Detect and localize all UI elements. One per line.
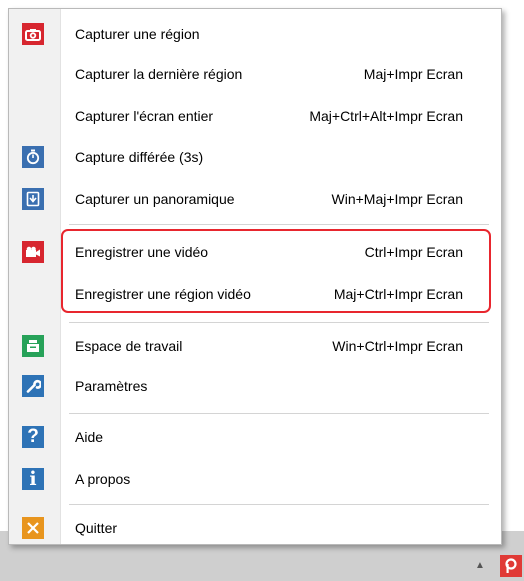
app-tray-icon[interactable]: [500, 555, 522, 577]
menu-item-label: Paramètres: [75, 378, 148, 394]
video-camera-icon: [22, 241, 44, 263]
menu-item-label: A propos: [75, 471, 131, 487]
wrench-icon: [22, 375, 44, 397]
menu-item-capture-fullscreen[interactable]: Capturer l'écran entier Maj+Ctrl+Alt+Imp…: [9, 96, 501, 136]
workspace-icon: [22, 335, 44, 357]
menu-separator: [69, 413, 489, 414]
menu-item-label: Aide: [75, 429, 104, 445]
menu-item-quit[interactable]: Quitter: [9, 508, 501, 548]
menu-item-shortcut: Maj+Impr Ecran: [363, 66, 463, 82]
menu-item-help[interactable]: ? Aide: [9, 417, 501, 457]
menu-item-capture-region[interactable]: Capturer une région: [9, 14, 501, 54]
menu-item-label: Quitter: [75, 520, 118, 536]
menu-item-label: Capturer un panoramique: [75, 191, 235, 207]
info-icon: i: [22, 468, 44, 490]
menu-item-label: Capturer la dernière région: [75, 66, 243, 82]
menu-item-capture-panorama[interactable]: Capturer un panoramique Win+Maj+Impr Ecr…: [9, 179, 501, 219]
menu-item-delayed-capture[interactable]: Capture différée (3s): [9, 137, 501, 177]
menu-item-label: Capturer une région: [75, 26, 200, 42]
chevron-up-icon[interactable]: ▲: [469, 555, 491, 575]
menu-item-settings[interactable]: Paramètres: [9, 366, 501, 406]
menu-item-capture-last-region[interactable]: Capturer la dernière région Maj+Impr Ecr…: [9, 54, 501, 94]
menu-separator: [69, 504, 489, 505]
menu-item-workspace[interactable]: Espace de travail Win+Ctrl+Impr Ecran: [9, 326, 501, 366]
menu-item-about[interactable]: i A propos: [9, 459, 501, 499]
highlight-box: [61, 229, 491, 313]
menu-item-label: Espace de travail: [75, 338, 183, 354]
menu-separator: [69, 322, 489, 323]
app-logo-icon: [505, 558, 517, 573]
help-icon: ?: [22, 426, 44, 448]
menu-item-shortcut: Maj+Ctrl+Alt+Impr Ecran: [309, 108, 463, 124]
menu-item-label: Capture différée (3s): [75, 149, 204, 165]
camera-icon: [22, 23, 44, 45]
close-icon: [22, 517, 44, 539]
menu-item-label: Capturer l'écran entier: [75, 108, 214, 124]
menu-separator: [69, 224, 489, 225]
context-menu: Capturer une région Capturer la dernière…: [8, 8, 502, 545]
stopwatch-icon: [22, 146, 44, 168]
menu-item-shortcut: Win+Ctrl+Impr Ecran: [332, 338, 463, 354]
menu-item-shortcut: Win+Maj+Impr Ecran: [331, 191, 463, 207]
panorama-icon: [22, 188, 44, 210]
